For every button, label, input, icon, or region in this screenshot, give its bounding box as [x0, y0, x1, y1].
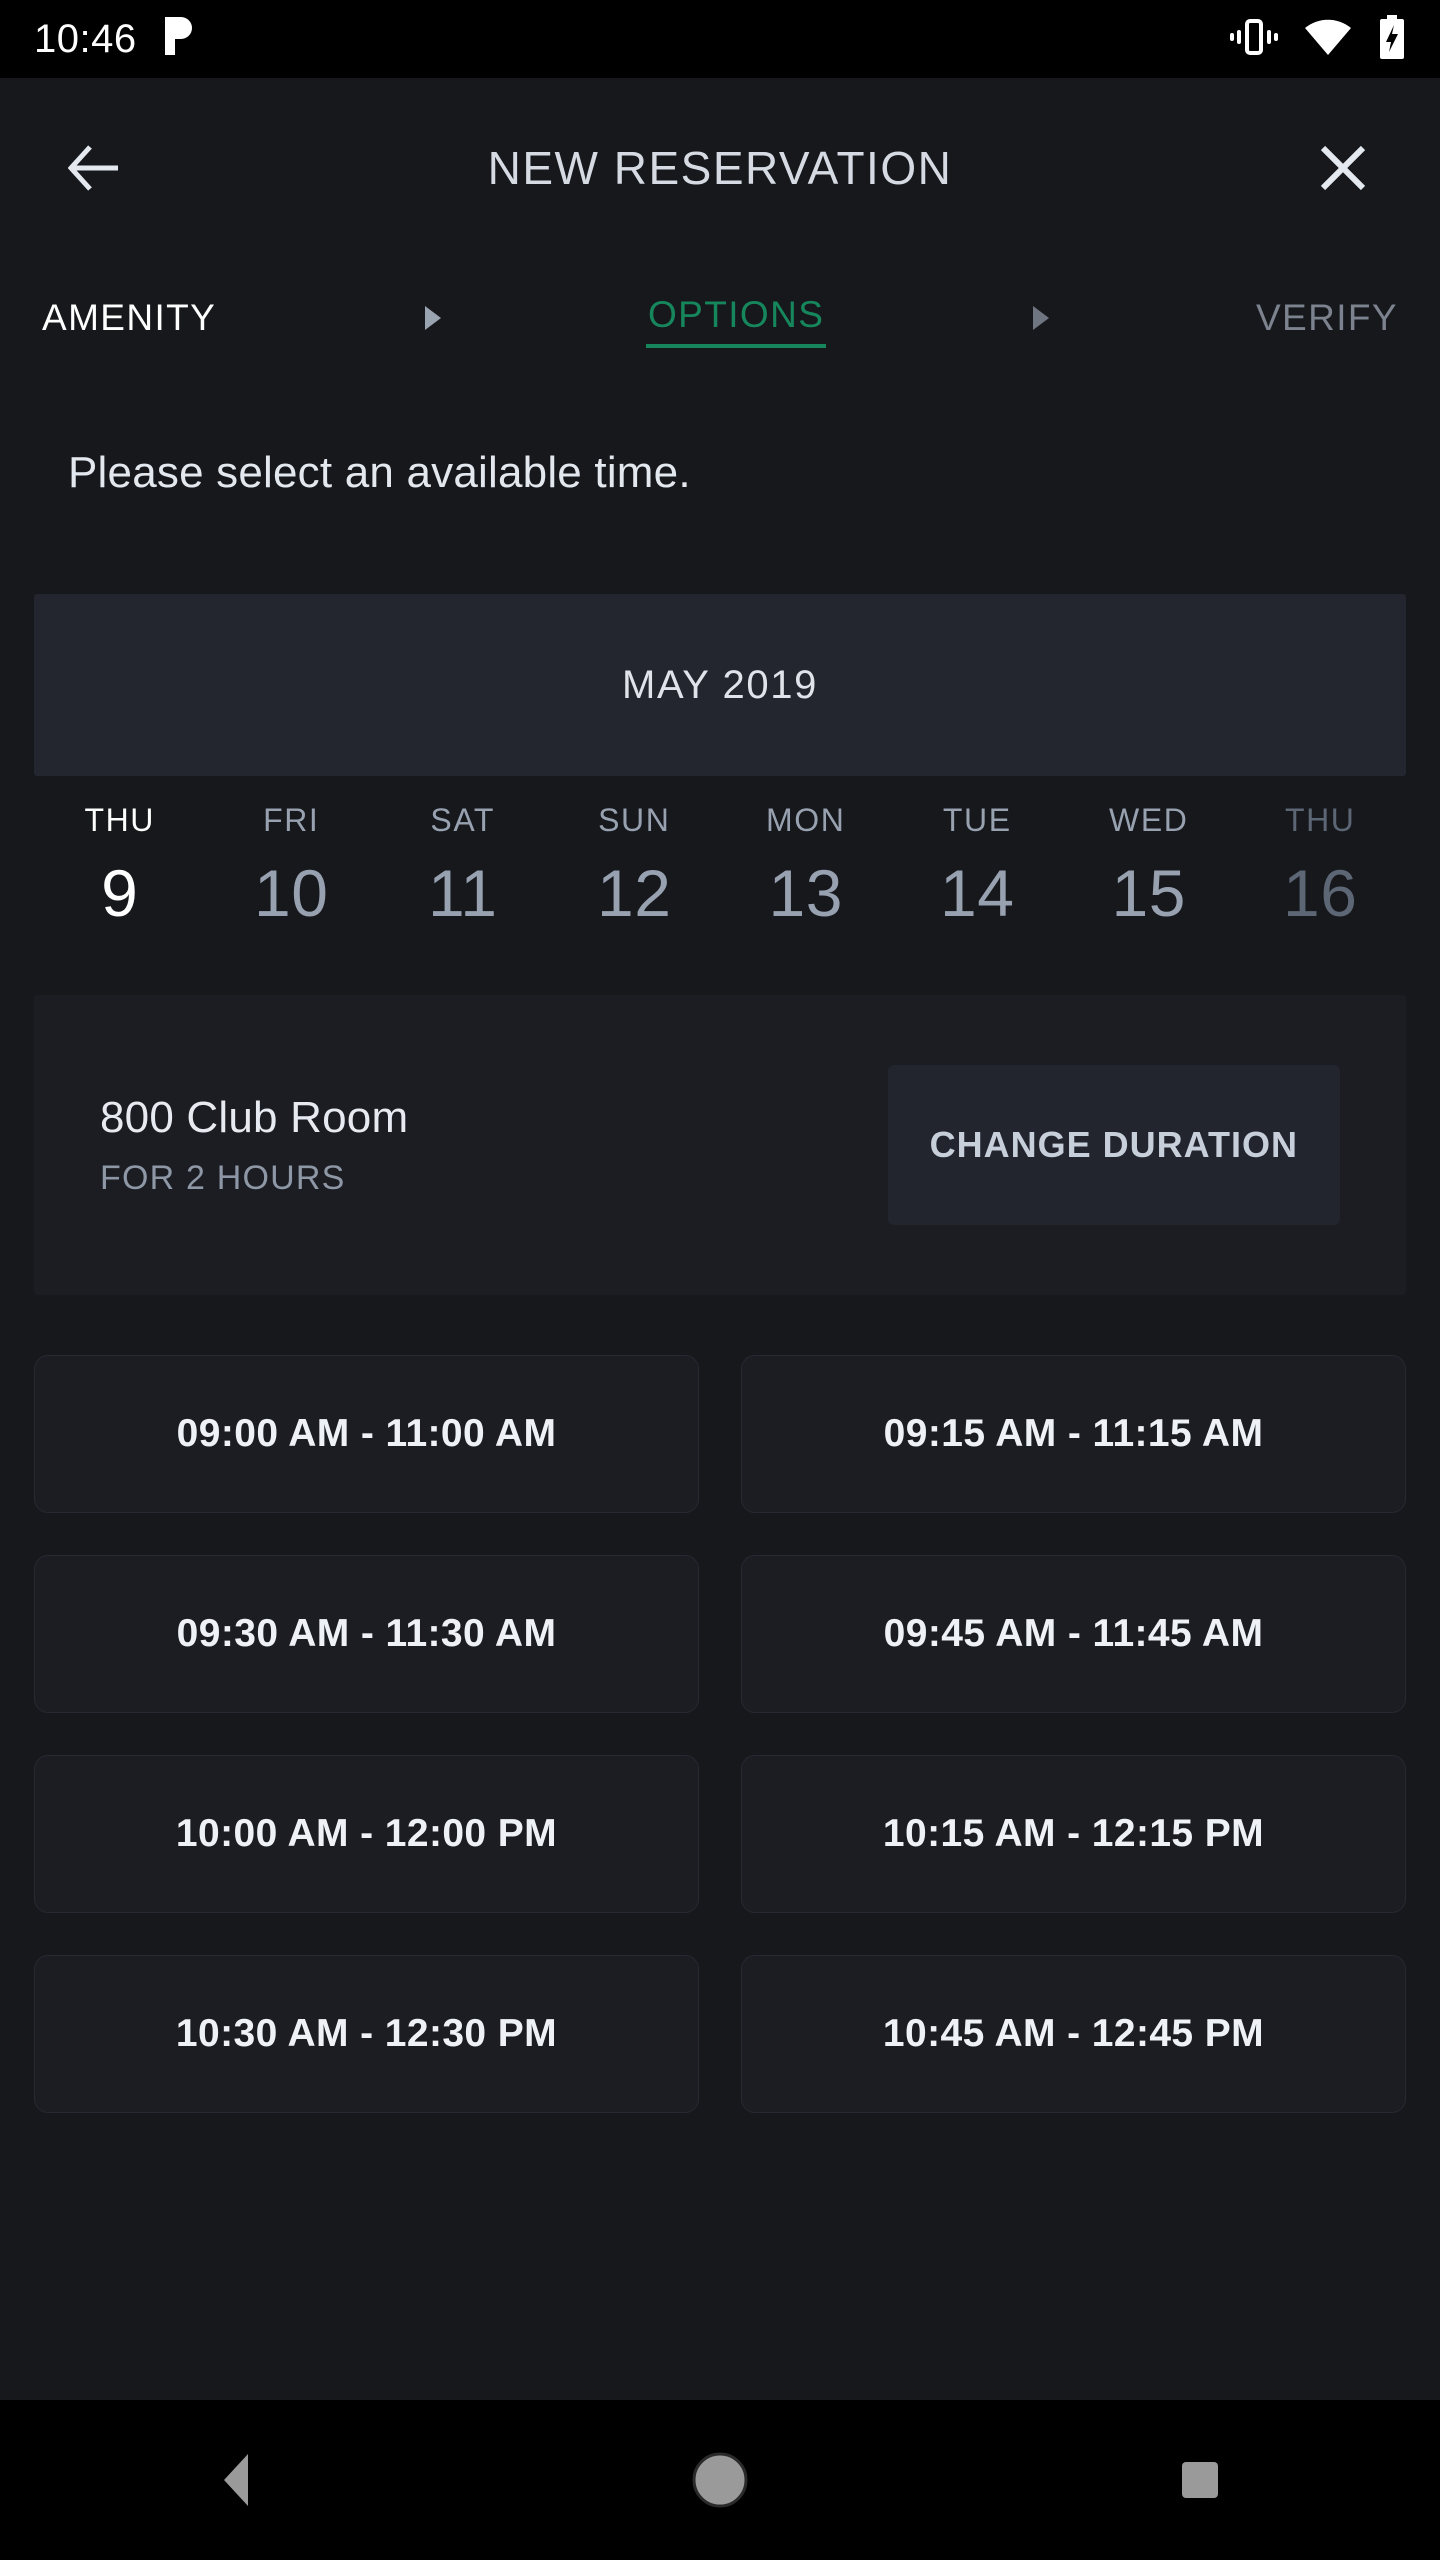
time-slot-option[interactable]: 10:15 AM - 12:15 PM	[741, 1755, 1406, 1913]
amenity-text-block: 800 Club Room FOR 2 HOURS	[100, 1093, 888, 1198]
time-slot-option[interactable]: 10:30 AM - 12:30 PM	[34, 1955, 699, 2113]
battery-charging-icon	[1378, 14, 1406, 64]
step-separator-2	[826, 303, 1254, 333]
time-slot-option[interactable]: 09:45 AM - 11:45 AM	[741, 1555, 1406, 1713]
calendar-day[interactable]: FRI 10	[206, 802, 378, 931]
calendar-day-dow: MON	[766, 802, 846, 838]
calendar-day[interactable]: WED 15	[1063, 802, 1235, 931]
amenity-duration-label: FOR 2 HOURS	[100, 1158, 346, 1197]
calendar-day-number: 13	[768, 856, 843, 930]
calendar-day-dow: WED	[1109, 802, 1189, 838]
calendar-day-dow: THU	[84, 802, 156, 838]
triangle-right-icon	[425, 306, 442, 330]
calendar-day-number: 11	[427, 856, 498, 930]
nav-back-button[interactable]	[150, 2400, 330, 2560]
amenity-name: 800 Club Room	[100, 1092, 409, 1142]
calendar-day-strip: THU 9 FRI 10 SAT 11 SUN 12 MON 13 TUE 14…	[0, 802, 1440, 931]
nav-back-triangle-icon	[224, 2454, 248, 2506]
calendar-day-dow: FRI	[263, 802, 320, 838]
step-verify[interactable]: VERIFY	[1254, 291, 1400, 345]
calendar-day[interactable]: MON 13	[720, 802, 892, 931]
calendar-day-number: 12	[597, 856, 672, 930]
calendar-day[interactable]: THU 16	[1235, 802, 1407, 931]
amenity-summary-card: 800 Club Room FOR 2 HOURS CHANGE DURATIO…	[34, 995, 1406, 1295]
time-slot-option[interactable]: 10:45 AM - 12:45 PM	[741, 1955, 1406, 2113]
status-right-icons	[1230, 14, 1406, 64]
calendar-day-dow: THU	[1284, 802, 1356, 838]
calendar-day-dow: SAT	[430, 802, 496, 838]
nav-home-circle-icon	[692, 2452, 748, 2508]
calendar-day-number: 15	[1111, 856, 1186, 930]
calendar-day-number: 10	[254, 856, 329, 930]
back-button[interactable]	[52, 123, 142, 213]
calendar-day[interactable]: SUN 12	[549, 802, 721, 931]
calendar-day[interactable]: TUE 14	[892, 802, 1064, 931]
step-separator-1	[218, 303, 646, 333]
nav-home-button[interactable]	[630, 2400, 810, 2560]
pandora-icon	[161, 15, 195, 64]
time-slot-option[interactable]: 10:00 AM - 12:00 PM	[34, 1755, 699, 1913]
calendar-day-number: 14	[940, 856, 1015, 930]
triangle-right-icon	[1033, 306, 1050, 330]
calendar-day-number: 9	[101, 856, 139, 930]
calendar-day-dow: SUN	[598, 802, 671, 838]
calendar-month-header[interactable]: MAY 2019	[34, 594, 1406, 776]
calendar-month-label: MAY 2019	[622, 662, 818, 707]
time-slot-option[interactable]: 09:30 AM - 11:30 AM	[34, 1555, 699, 1713]
calendar-day-number: 16	[1283, 856, 1358, 930]
vibrate-icon	[1230, 17, 1278, 62]
change-duration-button[interactable]: CHANGE DURATION	[887, 1065, 1340, 1225]
step-amenity[interactable]: AMENITY	[40, 291, 218, 345]
nav-recents-button[interactable]	[1110, 2400, 1290, 2560]
close-button[interactable]	[1298, 123, 1388, 213]
time-slot-option[interactable]: 09:15 AM - 11:15 AM	[741, 1355, 1406, 1513]
close-x-icon	[1320, 145, 1366, 191]
status-left-icons	[161, 15, 195, 64]
calendar-day[interactable]: SAT 11	[377, 802, 549, 931]
wifi-icon	[1304, 18, 1352, 61]
calendar-day[interactable]: THU 9	[34, 802, 206, 931]
back-arrow-icon	[68, 145, 118, 191]
instruction-text: Please select an available time.	[68, 448, 691, 497]
time-slot-option[interactable]: 09:00 AM - 11:00 AM	[34, 1355, 699, 1513]
status-clock: 10:46	[34, 16, 137, 61]
page-title: NEW RESERVATION	[487, 142, 953, 194]
calendar-day-dow: TUE	[942, 802, 1012, 838]
time-slot-grid: 09:00 AM - 11:00 AM 09:15 AM - 11:15 AM …	[0, 1295, 1440, 2400]
step-options[interactable]: OPTIONS	[645, 288, 827, 348]
phone-screen: 10:46 NEW RESERVATION AMENITY OPTIONS VE…	[0, 0, 1440, 2560]
android-navigation-bar	[0, 2400, 1440, 2560]
step-breadcrumb: AMENITY OPTIONS VERIFY	[0, 258, 1440, 378]
nav-recents-square-icon	[1182, 2462, 1218, 2498]
status-bar: 10:46	[0, 0, 1440, 78]
app-bar: NEW RESERVATION	[0, 78, 1440, 258]
